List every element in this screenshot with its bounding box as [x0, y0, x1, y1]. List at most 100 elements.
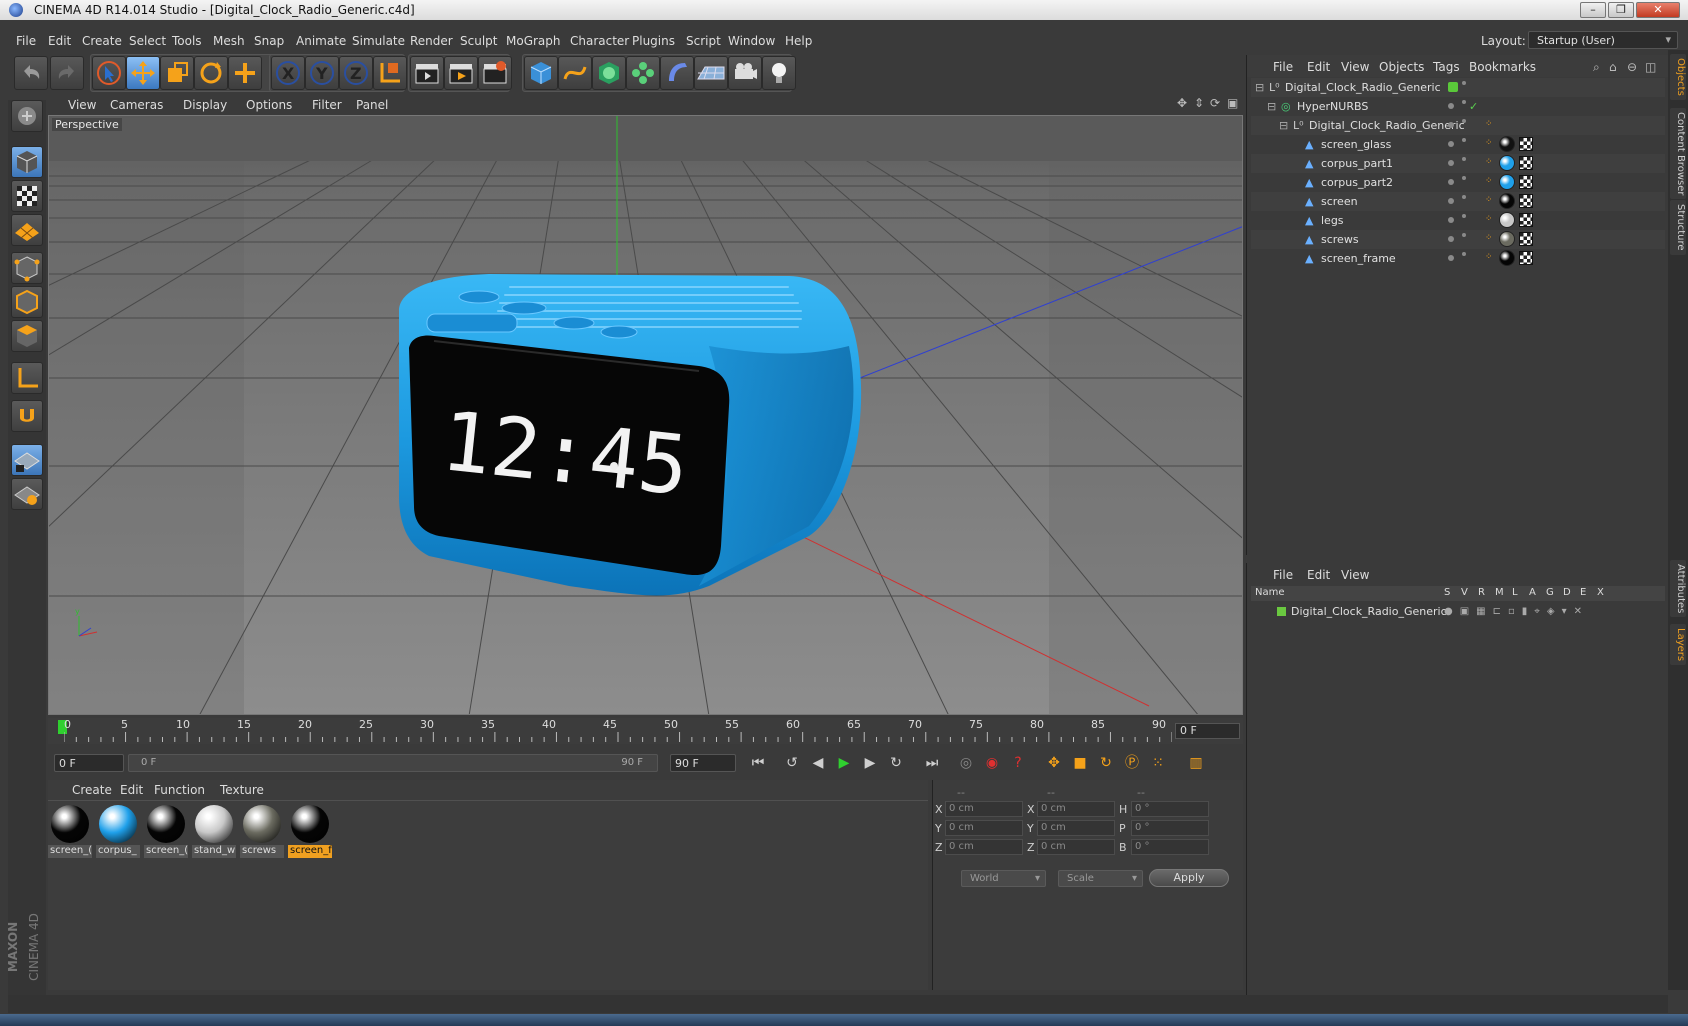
- key-scale-icon[interactable]: ■: [1068, 751, 1092, 775]
- objects-menu-edit[interactable]: Edit: [1307, 60, 1330, 74]
- timeline-ruler[interactable]: 0 5 10 15 20 25 30 35 40 45 50 55 60 65 …: [48, 718, 1243, 744]
- preview-range-slider[interactable]: 0 F 90 F: [128, 754, 658, 772]
- render-visibility-dot[interactable]: [1462, 195, 1466, 199]
- object-name[interactable]: screen_frame: [1321, 252, 1396, 265]
- points-mode-button[interactable]: [11, 252, 43, 284]
- spline-object-button[interactable]: [558, 56, 592, 90]
- viewport-menu-options[interactable]: Options: [246, 98, 292, 112]
- material-tag-icon[interactable]: [1499, 136, 1515, 152]
- position-z-field[interactable]: 0 cm: [945, 839, 1023, 855]
- render-visibility-dot[interactable]: [1462, 100, 1466, 104]
- orbit-view-icon[interactable]: ⟳: [1210, 96, 1224, 110]
- y-axis-lock-button[interactable]: Y: [305, 56, 339, 90]
- uvw-tag-icon[interactable]: [1519, 232, 1533, 246]
- key-param-icon[interactable]: Ⓟ: [1120, 751, 1144, 775]
- viewport-menu-display[interactable]: Display: [183, 98, 227, 112]
- link-icon[interactable]: ⊖: [1627, 60, 1637, 74]
- objects-menu-tags[interactable]: Tags: [1433, 60, 1460, 74]
- phong-tag-icon[interactable]: ⁘: [1485, 214, 1493, 224]
- render-visibility-dot[interactable]: [1462, 81, 1466, 85]
- visibility-dot[interactable]: [1448, 141, 1454, 147]
- recent-tool-button[interactable]: [228, 56, 262, 90]
- new-window-icon[interactable]: ◫: [1645, 60, 1656, 74]
- live-selection-button[interactable]: [92, 56, 126, 90]
- menu-window[interactable]: Window: [728, 34, 775, 48]
- viewport-menu-cameras[interactable]: Cameras: [110, 98, 163, 112]
- rotation-h-field[interactable]: 0 °: [1131, 801, 1209, 817]
- menu-simulate[interactable]: Simulate: [352, 34, 405, 48]
- object-name[interactable]: screen: [1321, 195, 1358, 208]
- tab-layers[interactable]: Layers: [1670, 624, 1686, 666]
- position-x-field[interactable]: 0 cm: [945, 801, 1023, 817]
- render-visibility-dot[interactable]: [1462, 119, 1466, 123]
- floor-object-button[interactable]: [694, 56, 728, 90]
- tab-content-browser[interactable]: Content Browser: [1670, 108, 1686, 200]
- 3d-viewport[interactable]: 12:45 y Perspective: [48, 115, 1243, 715]
- phong-tag-icon[interactable]: ⁘: [1485, 252, 1493, 262]
- menu-animate[interactable]: Animate: [296, 34, 346, 48]
- tab-structure[interactable]: Structure: [1670, 200, 1686, 255]
- workplane-mode-button[interactable]: [11, 214, 43, 246]
- rotate-tool-button[interactable]: [194, 56, 228, 90]
- object-row[interactable]: ▲ legs ⁘: [1251, 211, 1665, 230]
- object-name[interactable]: corpus_part1: [1321, 157, 1393, 170]
- phong-tag-icon[interactable]: ⁘: [1485, 195, 1493, 205]
- goto-start-icon[interactable]: ⏮: [746, 751, 770, 775]
- material-tag-icon[interactable]: [1499, 250, 1515, 266]
- object-name[interactable]: corpus_part2: [1321, 176, 1393, 189]
- layout-select[interactable]: Startup (User) ▾: [1528, 31, 1678, 49]
- visibility-dot[interactable]: [1448, 236, 1454, 242]
- camera-object-button[interactable]: [728, 56, 762, 90]
- phong-tag-icon[interactable]: ⁘: [1485, 176, 1493, 186]
- soft-selection-button[interactable]: [11, 478, 43, 510]
- material-swatch[interactable]: stand_w: [192, 803, 236, 861]
- material-swatch[interactable]: screen_f: [288, 803, 332, 861]
- visibility-dot[interactable]: [1448, 82, 1458, 92]
- object-row[interactable]: ▲ screen ⁘: [1251, 192, 1665, 211]
- deformer-button[interactable]: [660, 56, 694, 90]
- material-swatch[interactable]: screws: [240, 803, 284, 861]
- visibility-dot[interactable]: [1448, 255, 1454, 261]
- home-icon[interactable]: ⌂: [1609, 60, 1617, 74]
- cube-object-button[interactable]: [524, 56, 558, 90]
- objects-menu-view[interactable]: View: [1341, 60, 1369, 74]
- render-visibility-dot[interactable]: [1462, 176, 1466, 180]
- tab-attributes[interactable]: Attributes: [1670, 560, 1686, 618]
- search-icon[interactable]: ⌕: [1593, 60, 1600, 75]
- goto-prev-key-icon[interactable]: ↺: [780, 751, 804, 775]
- axis-mode-button[interactable]: [11, 362, 43, 394]
- material-menu-texture[interactable]: Texture: [220, 783, 264, 797]
- object-row[interactable]: ⊟ ◎ HyperNURBS ✓: [1251, 97, 1665, 116]
- dolly-view-icon[interactable]: ⇕: [1194, 96, 1208, 110]
- expand-toggle-icon[interactable]: ⊟: [1255, 81, 1264, 94]
- rotation-b-field[interactable]: 0 °: [1131, 839, 1209, 855]
- menu-select[interactable]: Select: [129, 34, 166, 48]
- key-position-icon[interactable]: ✥: [1042, 751, 1066, 775]
- move-tool-button[interactable]: [126, 56, 160, 90]
- material-swatch[interactable]: screen_(: [48, 803, 92, 861]
- scale-tool-button[interactable]: [160, 56, 194, 90]
- menu-create[interactable]: Create: [82, 34, 122, 48]
- viewport-menu-filter[interactable]: Filter: [312, 98, 342, 112]
- object-name[interactable]: HyperNURBS: [1297, 100, 1368, 113]
- maximize-button[interactable]: ❐: [1608, 2, 1634, 18]
- uvw-tag-icon[interactable]: [1519, 251, 1533, 265]
- make-editable-button[interactable]: [11, 100, 43, 132]
- polygons-mode-button[interactable]: [11, 320, 43, 352]
- x-axis-lock-button[interactable]: X: [271, 56, 305, 90]
- material-tag-icon[interactable]: [1499, 155, 1515, 171]
- object-row[interactable]: ▲ screws ⁘: [1251, 230, 1665, 249]
- array-object-button[interactable]: [626, 56, 660, 90]
- render-view-button[interactable]: [410, 56, 444, 90]
- workplane-lock-button[interactable]: [11, 444, 43, 476]
- goto-next-key-icon[interactable]: ↻: [884, 751, 908, 775]
- uvw-tag-icon[interactable]: [1519, 213, 1533, 227]
- render-picture-viewer-button[interactable]: [444, 56, 478, 90]
- render-visibility-dot[interactable]: [1462, 252, 1466, 256]
- visibility-dot[interactable]: [1448, 198, 1454, 204]
- phong-tag-icon[interactable]: ⁘: [1485, 138, 1493, 148]
- size-y-field[interactable]: 0 cm: [1037, 820, 1115, 836]
- menu-snap[interactable]: Snap: [254, 34, 284, 48]
- close-button[interactable]: ✕: [1636, 2, 1680, 18]
- redo-button[interactable]: [50, 56, 84, 90]
